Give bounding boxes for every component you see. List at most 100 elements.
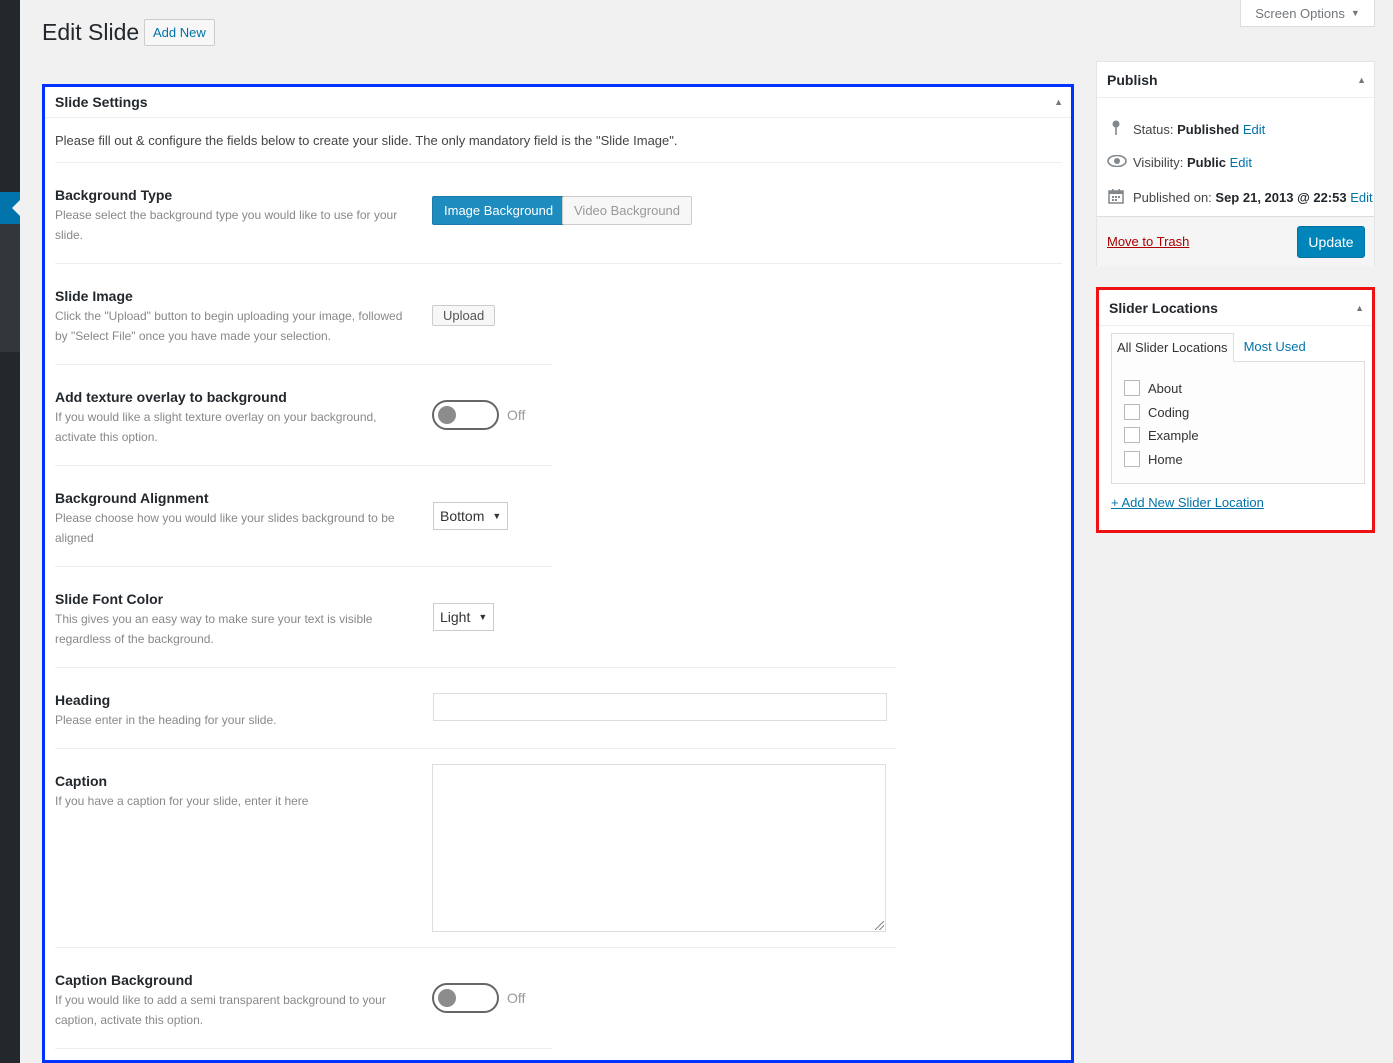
select-value: Bottom bbox=[440, 508, 485, 524]
divider bbox=[55, 162, 1062, 163]
eye-icon bbox=[1107, 154, 1127, 170]
texture-overlay-field: Add texture overlay to background If you… bbox=[55, 389, 410, 447]
tab-all-slider-locations[interactable]: All Slider Locations bbox=[1111, 333, 1234, 362]
published-value: Sep 21, 2013 @ 22:53 bbox=[1215, 190, 1347, 205]
caption-background-toggle[interactable] bbox=[432, 983, 499, 1013]
status-row: Status: Published Edit bbox=[1107, 120, 1265, 139]
add-new-slider-location-link[interactable]: + Add New Slider Location bbox=[1111, 495, 1264, 510]
slider-locations-title: Slider Locations bbox=[1109, 299, 1218, 316]
field-label: Caption bbox=[55, 773, 108, 789]
field-label: Slide Font Color bbox=[55, 591, 164, 607]
collapse-toggle-icon[interactable]: ▲ bbox=[1355, 303, 1364, 313]
divider bbox=[55, 263, 1062, 264]
field-description: Please select the background type you wo… bbox=[55, 208, 398, 242]
field-label: Heading bbox=[55, 692, 111, 708]
location-label: Example bbox=[1148, 427, 1199, 443]
publish-actions: Move to Trash Update bbox=[1097, 216, 1374, 266]
toggle-knob bbox=[438, 989, 456, 1007]
collapse-toggle-icon[interactable]: ▲ bbox=[1357, 75, 1366, 85]
background-alignment-field: Background Alignment Please choose how y… bbox=[55, 490, 410, 548]
location-item-home[interactable]: Home bbox=[1124, 451, 1183, 467]
publish-box: Publish ▲ Status: Published Edit Visibil… bbox=[1096, 61, 1375, 266]
location-label: Coding bbox=[1148, 404, 1190, 420]
field-label: Slide Image bbox=[55, 288, 133, 304]
slider-locations-header[interactable]: Slider Locations ▲ bbox=[1099, 290, 1372, 326]
slide-settings-box: Slide Settings ▲ Please fill out & confi… bbox=[42, 84, 1074, 1063]
publish-header[interactable]: Publish ▲ bbox=[1097, 62, 1374, 98]
active-arrow-icon bbox=[12, 200, 20, 216]
edit-visibility-link[interactable]: Edit bbox=[1230, 155, 1252, 170]
font-color-field: Slide Font Color This gives you an easy … bbox=[55, 591, 410, 649]
page-title: Edit Slide bbox=[42, 19, 140, 45]
publish-title: Publish bbox=[1107, 71, 1158, 88]
background-alignment-select[interactable]: Bottom ▼ bbox=[433, 502, 509, 530]
visibility-value: Public bbox=[1186, 154, 1226, 170]
location-item-example[interactable]: Example bbox=[1124, 427, 1199, 443]
video-background-button[interactable]: Video Background bbox=[562, 196, 693, 225]
published-date-row: Published on: Sep 21, 2013 @ 22:53 Edit bbox=[1107, 188, 1373, 207]
toggle-state-label: Off bbox=[507, 407, 526, 423]
location-item-about[interactable]: About bbox=[1124, 380, 1182, 396]
background-type-field: Background Type Please select the backgr… bbox=[55, 187, 410, 245]
field-description: If you have a caption for your slide, en… bbox=[55, 794, 309, 808]
checkbox[interactable] bbox=[1124, 404, 1140, 420]
screen-options-label: Screen Options bbox=[1255, 5, 1345, 21]
divider bbox=[55, 465, 552, 466]
location-tabs: All Slider Locations Most Used bbox=[1111, 333, 1316, 362]
field-description: If you would like a slight texture overl… bbox=[55, 410, 377, 444]
location-label: About bbox=[1148, 380, 1182, 396]
select-value: Light bbox=[440, 609, 471, 625]
slider-locations-box: Slider Locations ▲ All Slider Locations … bbox=[1096, 287, 1375, 533]
field-description: Please choose how you would like your sl… bbox=[55, 511, 395, 545]
admin-sidebar bbox=[0, 0, 20, 1063]
active-menu-indicator[interactable] bbox=[0, 192, 20, 224]
resize-handle-icon[interactable] bbox=[875, 921, 884, 930]
calendar-icon bbox=[1107, 188, 1125, 207]
add-new-button[interactable]: Add New bbox=[144, 19, 215, 46]
field-label: Add texture overlay to background bbox=[55, 389, 287, 405]
upload-button[interactable]: Upload bbox=[432, 305, 496, 326]
admin-submenu bbox=[0, 224, 20, 352]
collapse-toggle-icon[interactable]: ▲ bbox=[1054, 97, 1063, 107]
checkbox[interactable] bbox=[1124, 427, 1140, 443]
status-value: Published bbox=[1177, 122, 1240, 137]
field-description: This gives you an easy way to make sure … bbox=[55, 612, 373, 646]
checkbox[interactable] bbox=[1124, 380, 1140, 396]
slide-settings-header[interactable]: Slide Settings ▲ bbox=[45, 87, 1071, 118]
update-button[interactable]: Update bbox=[1297, 226, 1365, 258]
field-label: Caption Background bbox=[55, 972, 193, 988]
triangle-down-icon: ▼ bbox=[1350, 8, 1360, 18]
chevron-down-icon: ▼ bbox=[492, 511, 502, 521]
image-background-button[interactable]: Image Background bbox=[432, 196, 566, 225]
visibility-row: Visibility: Public Edit bbox=[1107, 154, 1252, 170]
divider bbox=[55, 364, 552, 365]
chevron-down-icon: ▼ bbox=[478, 612, 488, 622]
toggle-knob bbox=[438, 406, 456, 424]
edit-status-link[interactable]: Edit bbox=[1243, 122, 1265, 137]
move-to-trash-link[interactable]: Move to Trash bbox=[1107, 234, 1189, 249]
screen-options-button[interactable]: Screen Options ▼ bbox=[1240, 0, 1375, 27]
field-description: Please enter in the heading for your sli… bbox=[55, 713, 277, 727]
divider bbox=[55, 748, 896, 749]
caption-textarea[interactable] bbox=[432, 764, 886, 932]
texture-overlay-toggle[interactable] bbox=[432, 400, 499, 430]
edit-date-link[interactable]: Edit bbox=[1350, 190, 1372, 205]
visibility-label: Visibility: bbox=[1133, 154, 1184, 170]
location-checklist: About Coding Example Home bbox=[1111, 361, 1365, 484]
field-label: Background Type bbox=[55, 187, 173, 203]
checkbox[interactable] bbox=[1124, 451, 1140, 467]
tab-most-used[interactable]: Most Used bbox=[1234, 333, 1316, 362]
intro-text: Please fill out & configure the fields b… bbox=[55, 133, 678, 148]
location-label: Home bbox=[1148, 451, 1183, 467]
slide-image-field: Slide Image Click the "Upload" button to… bbox=[55, 288, 410, 346]
heading-input[interactable] bbox=[433, 693, 887, 721]
location-item-coding[interactable]: Coding bbox=[1124, 404, 1189, 420]
font-color-select[interactable]: Light ▼ bbox=[433, 603, 495, 631]
field-description: If you would like to add a semi transpar… bbox=[55, 993, 386, 1027]
divider bbox=[55, 566, 552, 567]
heading-field: Heading Please enter in the heading for … bbox=[55, 692, 410, 730]
slide-settings-title: Slide Settings bbox=[55, 94, 148, 110]
caption-field: Caption If you have a caption for your s… bbox=[55, 773, 410, 811]
divider bbox=[55, 947, 896, 948]
pin-icon bbox=[1107, 120, 1125, 139]
